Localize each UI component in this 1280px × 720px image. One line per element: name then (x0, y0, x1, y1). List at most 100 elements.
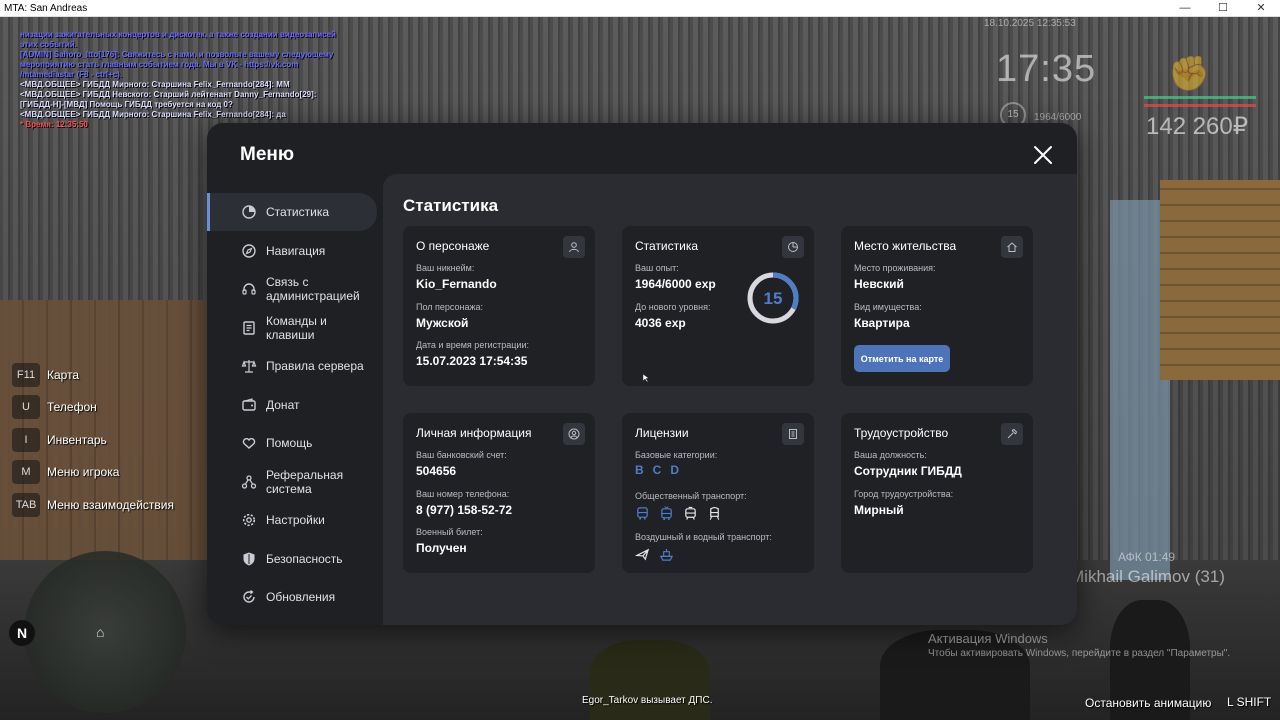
sidebar-item[interactable]: Реферальная система (207, 463, 383, 501)
card-title: Статистика (635, 239, 699, 253)
hotkey-key: I (12, 427, 40, 452)
sidebar-item-label: Статистика (266, 205, 330, 219)
field-public-transport: Общественный транспорт: (635, 491, 747, 521)
stats-panel: Статистика О персонаже Ваш никнейм: Kio_… (383, 174, 1077, 625)
close-window-icon[interactable]: ✕ (1242, 0, 1280, 17)
maximize-icon[interactable]: ☐ (1204, 0, 1242, 17)
sidebar-item[interactable]: Команды и клавиши (207, 309, 383, 347)
chat-line: [ГИБДД-Н]-[МВД] Помощь ГИБДД требуется н… (20, 100, 233, 109)
pie-chart-icon (241, 204, 257, 220)
scene-brick-wall-right (1160, 180, 1280, 380)
window-controls: — ☐ ✕ (1166, 0, 1280, 17)
card-character: О персонаже Ваш никнейм: Kio_Fernando По… (403, 226, 595, 386)
close-menu-button[interactable] (1031, 143, 1055, 167)
field-registration: Дата и время регистрации: 15.07.2023 17:… (416, 340, 529, 368)
stop-animation-key: L SHIFT (1227, 695, 1272, 709)
hotkey-key: U (12, 395, 40, 419)
shield-icon (241, 551, 257, 567)
chat-line: [ADMIN] Sahoro_Itto[176]: Свяжитесь с на… (20, 50, 334, 59)
content-title: Статистика (403, 196, 499, 215)
card-title: Трудоустройство (854, 426, 949, 440)
hotkey-key: TAB (12, 492, 40, 517)
tram-icon (683, 506, 698, 521)
hotkey-item[interactable]: TAB Меню взаимодействия (12, 492, 174, 517)
license-icon (782, 423, 804, 445)
hud-date: 18.10.2025 12:35:53 (984, 18, 1076, 29)
license-category: C (652, 463, 662, 477)
hotkey-list: F11 Карта U Телефон I Инвентарь M Меню игрока TA… (12, 362, 174, 525)
sidebar-item-label: Реферальная система (266, 467, 344, 496)
sidebar-item[interactable]: Обновления (207, 578, 383, 616)
field-next-level: До нового уровня: 4036 exp (635, 302, 711, 330)
hotkey-item[interactable]: I Инвентарь (12, 427, 174, 452)
hud-exp: 1964/6000 (1034, 112, 1082, 123)
hotkey-item[interactable]: U Телефон (12, 395, 174, 420)
license-categories: BCD (635, 463, 717, 477)
hotkey-item[interactable]: F11 Карта (12, 362, 174, 387)
sidebar-item-label: Помощь (266, 436, 313, 450)
hud-health-bar (1144, 104, 1256, 107)
sidebar-item[interactable]: Донат (207, 386, 383, 424)
field-gender: Пол персонажа: Мужской (416, 302, 484, 330)
sidebar-item-label: Донат (266, 397, 300, 412)
refresh-icon (241, 589, 257, 605)
house-icon (1001, 236, 1023, 258)
player-nametag: Mikhail Galimov (31) (1070, 567, 1225, 586)
hotkey-label: Инвентарь (47, 432, 107, 447)
sidebar-item[interactable]: Безопасность (207, 540, 383, 578)
hotkey-label: Телефон (47, 400, 97, 414)
field-exp: Ваш опыт: 1964/6000 exp (635, 263, 716, 291)
card-title: О персонаже (416, 239, 490, 253)
call-message: Egor_Tarkov вызывает ДПС. (582, 695, 713, 706)
chat-log: низации зажигательных концертов и дискот… (20, 30, 336, 130)
hotkey-key: M (12, 460, 40, 484)
hud-armor-bar (1144, 96, 1256, 99)
close-icon (1034, 146, 1052, 164)
scene-character (590, 640, 710, 720)
sidebar-item[interactable]: Связь с администрацией (207, 270, 383, 308)
menu-title: Меню (240, 144, 295, 165)
sidebar-item[interactable]: Настройки (207, 501, 383, 539)
window-titlebar: MTA: San Andreas — ☐ ✕ (0, 0, 1280, 17)
home-icon: ⌂ (96, 624, 105, 640)
mark-on-map-button[interactable]: Отметить на карте (854, 345, 950, 372)
card-title: Лицензии (635, 426, 689, 440)
public-transport-icons (635, 506, 747, 521)
sidebar-item-label: Связь с администрацией (266, 275, 360, 303)
document-icon (241, 320, 257, 336)
user-icon (563, 236, 585, 258)
hotkey-label: Меню игрока (47, 465, 120, 479)
sidebar-item[interactable]: Правила сервера (207, 347, 383, 385)
card-title: Личная информация (416, 426, 532, 440)
card-licenses: Лицензии Базовые категории: BCD Обществе… (622, 413, 814, 573)
card-personal-info: Личная информация Ваш банковский счет: 5… (403, 413, 595, 573)
stop-animation-hint: Остановить анимацию (1085, 696, 1212, 710)
field-nickname: Ваш никнейм: Kio_Fernando (416, 263, 497, 291)
hotkey-item[interactable]: M Меню игрока (12, 460, 174, 485)
headset-icon (241, 281, 257, 297)
sidebar-item[interactable]: Статистика (207, 193, 377, 231)
field-property-type: Вид имущества: Квартира (854, 302, 922, 330)
gear-icon (241, 512, 257, 528)
radar-minimap (24, 551, 186, 713)
airplane-icon (635, 547, 650, 562)
chat-line: <МВД.ОБЩЕЕ> ГИБДД Невского: Старший лейт… (20, 90, 317, 99)
wallet-icon (241, 397, 257, 413)
hotkey-label: Меню взаимодействия (47, 497, 174, 512)
minimize-icon[interactable]: — (1166, 0, 1204, 17)
window-title: MTA: San Andreas (4, 2, 88, 14)
sidebar-item[interactable]: Навигация (207, 232, 383, 270)
hammer-icon (1001, 423, 1023, 445)
chat-line: /mtamediastar (F8 - ctrl+c). (20, 70, 123, 79)
air-water-transport-icons (635, 547, 772, 562)
sidebar-item-label: Команды и клавиши (266, 313, 327, 342)
sidebar-item[interactable]: Помощь (207, 424, 383, 462)
sidebar-item-label: Навигация (266, 243, 326, 258)
pie-chart-icon (782, 236, 804, 258)
card-employment: Трудоустройство Ваша должность: Сотрудни… (841, 413, 1033, 573)
user-circle-icon (563, 423, 585, 445)
fist-icon: ✊ (1168, 55, 1211, 93)
train-icon (707, 506, 722, 521)
sidebar-item-label: Безопасность (266, 551, 343, 566)
windows-activation-title: Активация Windows (928, 631, 1048, 646)
